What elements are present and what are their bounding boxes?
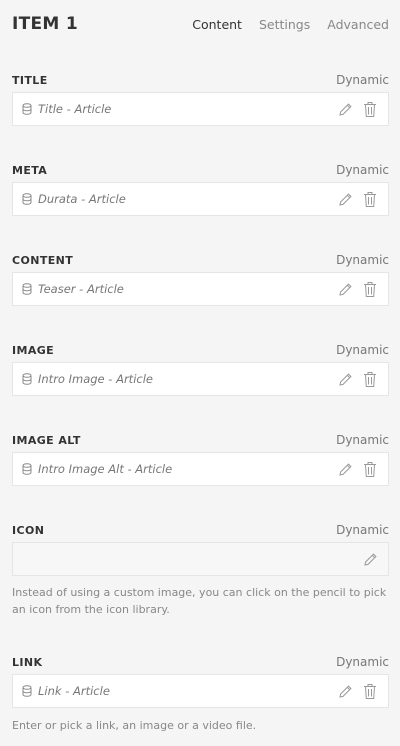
dynamic-toggle[interactable]: Dynamic (336, 343, 389, 357)
trash-icon[interactable] (363, 191, 377, 208)
field-value: Title - Article (38, 102, 112, 116)
field-title: TITLE Dynamic Title - Article (12, 71, 389, 126)
field-label: IMAGE (12, 344, 55, 357)
field-label: IMAGE ALT (12, 434, 81, 447)
pencil-icon[interactable] (338, 684, 353, 699)
dynamic-toggle[interactable]: Dynamic (336, 163, 389, 177)
dynamic-toggle[interactable]: Dynamic (336, 73, 389, 87)
field-value: Link - Article (38, 684, 110, 698)
field-label: ICON (12, 524, 45, 537)
field-value-box[interactable]: Link - Article (12, 674, 389, 708)
pencil-icon[interactable] (338, 282, 353, 297)
pencil-icon[interactable] (338, 462, 353, 477)
field-link: LINK Dynamic Link - Article Enter or pic… (12, 653, 389, 732)
database-icon (22, 283, 32, 295)
pencil-icon[interactable] (338, 192, 353, 207)
database-icon (22, 103, 32, 115)
field-icon: ICON Dynamic Instead of using a custom i… (12, 521, 389, 616)
database-icon (22, 463, 32, 475)
trash-icon[interactable] (363, 461, 377, 478)
dynamic-toggle[interactable]: Dynamic (336, 253, 389, 267)
trash-icon[interactable] (363, 683, 377, 700)
icon-picker-box[interactable] (12, 542, 389, 576)
pencil-icon[interactable] (338, 102, 353, 117)
field-label: TITLE (12, 74, 48, 87)
field-value: Teaser - Article (38, 282, 124, 296)
field-value-box[interactable]: Title - Article (12, 92, 389, 126)
field-value-box[interactable]: Durata - Article (12, 182, 389, 216)
trash-icon[interactable] (363, 101, 377, 118)
pencil-icon[interactable] (363, 552, 378, 567)
field-label: CONTENT (12, 254, 74, 267)
tab-bar: Content Settings Advanced (192, 17, 389, 32)
trash-icon[interactable] (363, 281, 377, 298)
field-value: Intro Image Alt - Article (38, 462, 173, 476)
field-value-box[interactable]: Teaser - Article (12, 272, 389, 306)
dynamic-toggle[interactable]: Dynamic (336, 433, 389, 447)
dynamic-toggle[interactable]: Dynamic (336, 655, 389, 669)
field-value-box[interactable]: Intro Image Alt - Article (12, 452, 389, 486)
panel-title: ITEM 1 (12, 14, 78, 34)
panel-header: ITEM 1 Content Settings Advanced (0, 0, 400, 50)
field-value: Intro Image - Article (38, 372, 153, 386)
pencil-icon[interactable] (338, 372, 353, 387)
field-meta: META Dynamic Durata - Article (12, 161, 389, 216)
trash-icon[interactable] (363, 371, 377, 388)
field-content: CONTENT Dynamic Teaser - Article (12, 251, 389, 306)
dynamic-toggle[interactable]: Dynamic (336, 523, 389, 537)
field-value: Durata - Article (38, 192, 126, 206)
field-label: META (12, 164, 48, 177)
field-value-box[interactable]: Intro Image - Article (12, 362, 389, 396)
database-icon (22, 193, 32, 205)
database-icon (22, 685, 32, 697)
tab-content[interactable]: Content (192, 17, 242, 32)
field-label: LINK (12, 656, 43, 669)
field-image-alt: IMAGE ALT Dynamic Intro Image Alt - Arti… (12, 431, 389, 486)
help-text: Instead of using a custom image, you can… (12, 586, 387, 616)
tab-settings[interactable]: Settings (259, 17, 310, 32)
database-icon (22, 373, 32, 385)
field-image: IMAGE Dynamic Intro Image - Article (12, 341, 389, 396)
help-text: Enter or pick a link, an image or a vide… (12, 719, 257, 732)
tab-advanced[interactable]: Advanced (327, 17, 389, 32)
